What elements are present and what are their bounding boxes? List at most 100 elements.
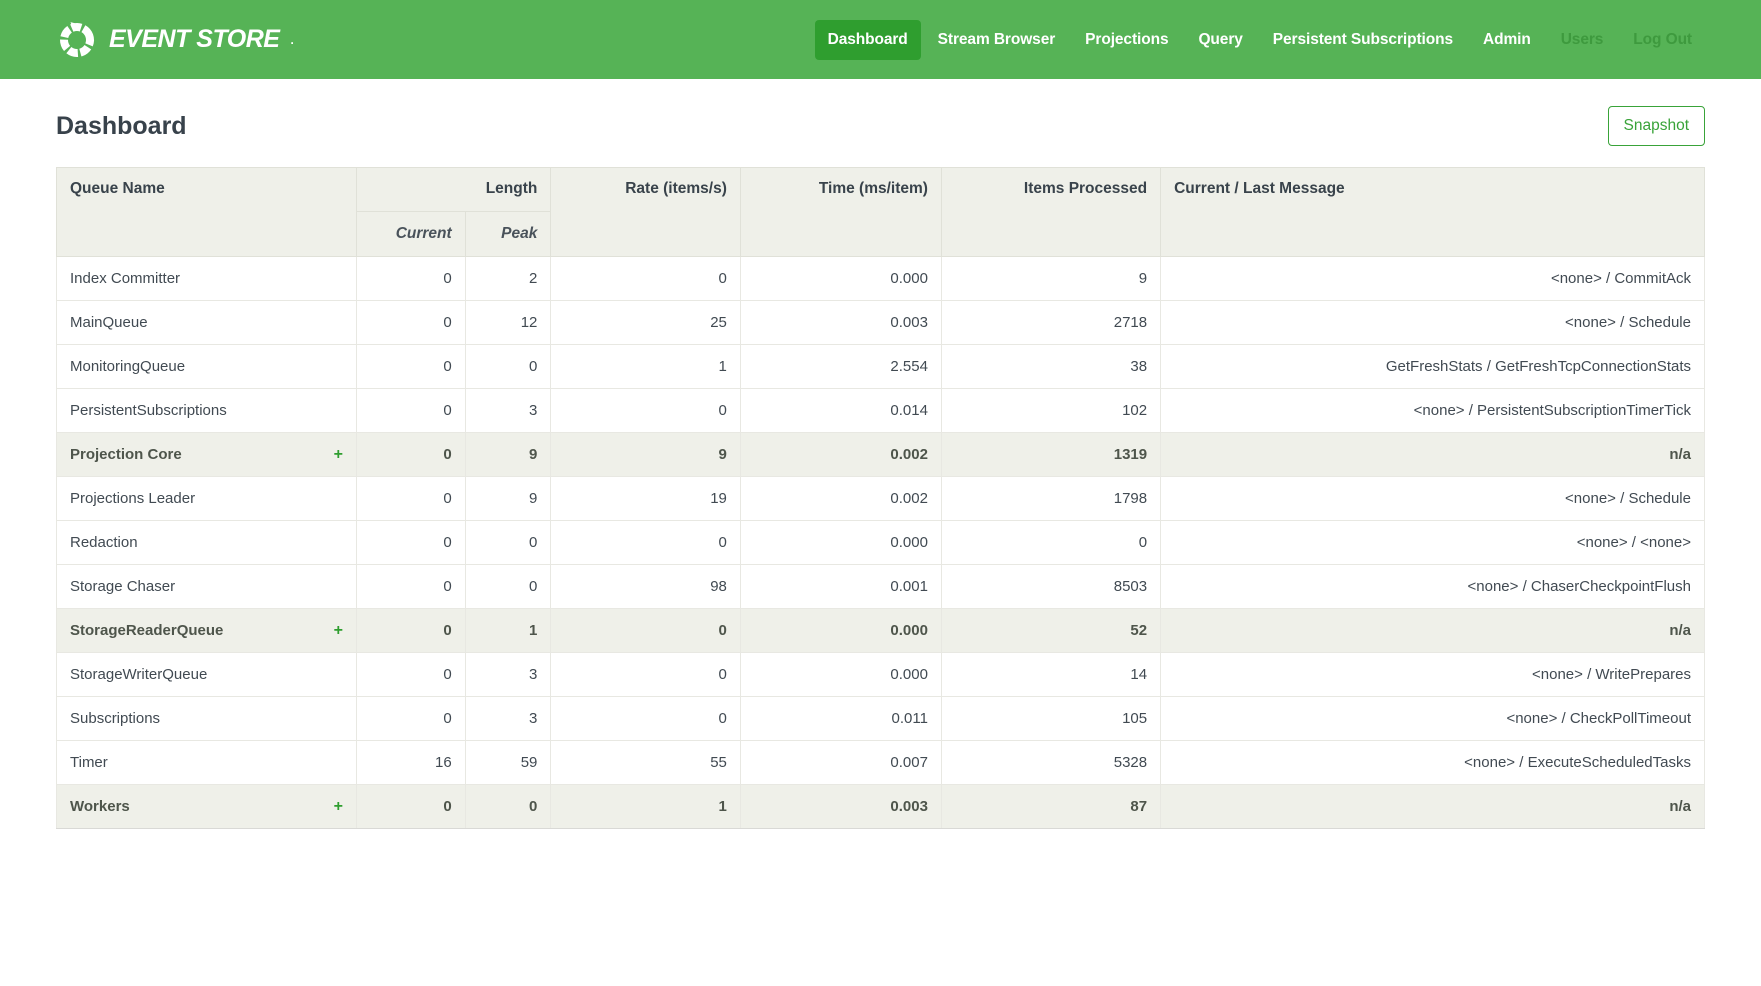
queue-name: Index Committer — [70, 270, 180, 287]
column-header-time: Time (ms/item) — [740, 168, 941, 257]
table-row: PersistentSubscriptions 0 3 0 0.014 102 … — [57, 389, 1705, 433]
rate-cell: 55 — [551, 741, 741, 785]
brand-trademark: . — [290, 33, 293, 47]
main-nav: Dashboard Stream Browser Projections Que… — [815, 20, 1705, 60]
queue-name-cell: Subscriptions — [57, 697, 357, 741]
message-cell: <none> / <none> — [1161, 521, 1705, 565]
nav-item-users[interactable]: Users — [1548, 20, 1617, 60]
items-processed-cell: 102 — [941, 389, 1160, 433]
queue-name: Projection Core — [70, 446, 182, 463]
time-cell: 0.000 — [740, 257, 941, 301]
peak-length-cell: 3 — [465, 697, 551, 741]
queue-name: MainQueue — [70, 314, 148, 331]
current-length-cell: 0 — [356, 609, 465, 653]
queue-name: Subscriptions — [70, 710, 160, 727]
nav-item-label: Log Out — [1633, 31, 1692, 48]
queues-table-body: Index Committer 0 2 0 0.000 9 <none> / C… — [57, 257, 1705, 829]
queue-name-cell: Projections Leader — [57, 477, 357, 521]
nav-item-persistent-subscriptions[interactable]: Persistent Subscriptions — [1260, 20, 1466, 60]
queue-name: Projections Leader — [70, 490, 195, 507]
time-cell: 0.002 — [740, 477, 941, 521]
nav-item-log-out[interactable]: Log Out — [1620, 20, 1705, 60]
time-cell: 0.003 — [740, 301, 941, 345]
current-length-cell: 0 — [356, 697, 465, 741]
current-length-cell: 0 — [356, 653, 465, 697]
queue-name: MonitoringQueue — [70, 358, 185, 375]
queue-name-cell: MonitoringQueue — [57, 345, 357, 389]
current-length-cell: 0 — [356, 785, 465, 829]
items-processed-cell: 14 — [941, 653, 1160, 697]
top-navigation-bar: EVENT STORE . Dashboard Stream Browser P… — [0, 0, 1761, 79]
items-processed-cell: 1798 — [941, 477, 1160, 521]
items-processed-cell: 8503 — [941, 565, 1160, 609]
time-cell: 2.554 — [740, 345, 941, 389]
nav-item-label: Users — [1561, 31, 1604, 48]
nav-item-label: Projections — [1085, 31, 1168, 48]
column-header-message: Current / Last Message — [1161, 168, 1705, 257]
nav-item-stream-browser[interactable]: Stream Browser — [925, 20, 1068, 60]
table-row: Subscriptions 0 3 0 0.011 105 <none> / C… — [57, 697, 1705, 741]
queues-table-header: Queue Name Length Rate (items/s) Time (m… — [57, 168, 1705, 257]
column-header-length: Length — [356, 168, 550, 212]
items-processed-cell: 5328 — [941, 741, 1160, 785]
message-cell: <none> / ExecuteScheduledTasks — [1161, 741, 1705, 785]
items-processed-cell: 105 — [941, 697, 1160, 741]
table-row: + Workers 0 0 1 0.003 87 n/a — [57, 785, 1705, 829]
queue-name-cell: + Workers — [57, 785, 357, 829]
table-row: Timer 16 59 55 0.007 5328 <none> / Execu… — [57, 741, 1705, 785]
message-cell: n/a — [1161, 785, 1705, 829]
page-title: Dashboard — [56, 112, 187, 141]
peak-length-cell: 3 — [465, 389, 551, 433]
column-header-queue-name: Queue Name — [57, 168, 357, 257]
nav-item-admin[interactable]: Admin — [1470, 20, 1544, 60]
queue-name: Workers — [70, 798, 130, 815]
message-cell: <none> / Schedule — [1161, 477, 1705, 521]
items-processed-cell: 52 — [941, 609, 1160, 653]
peak-length-cell: 0 — [465, 785, 551, 829]
nav-item-label: Dashboard — [828, 31, 908, 48]
plus-icon[interactable]: + — [334, 622, 343, 640]
table-row: MainQueue 0 12 25 0.003 2718 <none> / Sc… — [57, 301, 1705, 345]
rate-cell: 9 — [551, 433, 741, 477]
queue-name-cell: Storage Chaser — [57, 565, 357, 609]
event-store-brand[interactable]: EVENT STORE . — [56, 19, 294, 61]
items-processed-cell: 1319 — [941, 433, 1160, 477]
time-cell: 0.007 — [740, 741, 941, 785]
queue-name-cell: MainQueue — [57, 301, 357, 345]
nav-item-query[interactable]: Query — [1185, 20, 1255, 60]
queues-table: Queue Name Length Rate (items/s) Time (m… — [56, 167, 1705, 829]
brand-name: EVENT STORE — [109, 25, 279, 54]
plus-icon[interactable]: + — [334, 446, 343, 464]
current-length-cell: 0 — [356, 257, 465, 301]
items-processed-cell: 2718 — [941, 301, 1160, 345]
plus-icon[interactable]: + — [334, 798, 343, 816]
rate-cell: 19 — [551, 477, 741, 521]
table-row: Redaction 0 0 0 0.000 0 <none> / <none> — [57, 521, 1705, 565]
snapshot-button[interactable]: Snapshot — [1608, 106, 1706, 146]
time-cell: 0.002 — [740, 433, 941, 477]
current-length-cell: 0 — [356, 345, 465, 389]
rate-cell: 0 — [551, 257, 741, 301]
rate-cell: 0 — [551, 697, 741, 741]
table-row: + Projection Core 0 9 9 0.002 1319 n/a — [57, 433, 1705, 477]
event-store-logo-icon — [56, 19, 98, 61]
peak-length-cell: 12 — [465, 301, 551, 345]
table-row: + StorageReaderQueue 0 1 0 0.000 52 n/a — [57, 609, 1705, 653]
column-header-rate: Rate (items/s) — [551, 168, 741, 257]
rate-cell: 98 — [551, 565, 741, 609]
peak-length-cell: 0 — [465, 345, 551, 389]
column-header-peak: Peak — [465, 212, 551, 257]
items-processed-cell: 38 — [941, 345, 1160, 389]
time-cell: 0.003 — [740, 785, 941, 829]
peak-length-cell: 0 — [465, 565, 551, 609]
peak-length-cell: 9 — [465, 433, 551, 477]
message-cell: <none> / ChaserCheckpointFlush — [1161, 565, 1705, 609]
message-cell: <none> / CheckPollTimeout — [1161, 697, 1705, 741]
queue-name: Storage Chaser — [70, 578, 175, 595]
nav-item-projections[interactable]: Projections — [1072, 20, 1181, 60]
queue-name: Redaction — [70, 534, 138, 551]
current-length-cell: 0 — [356, 477, 465, 521]
current-length-cell: 0 — [356, 433, 465, 477]
nav-item-dashboard[interactable]: Dashboard — [815, 20, 921, 60]
time-cell: 0.000 — [740, 653, 941, 697]
